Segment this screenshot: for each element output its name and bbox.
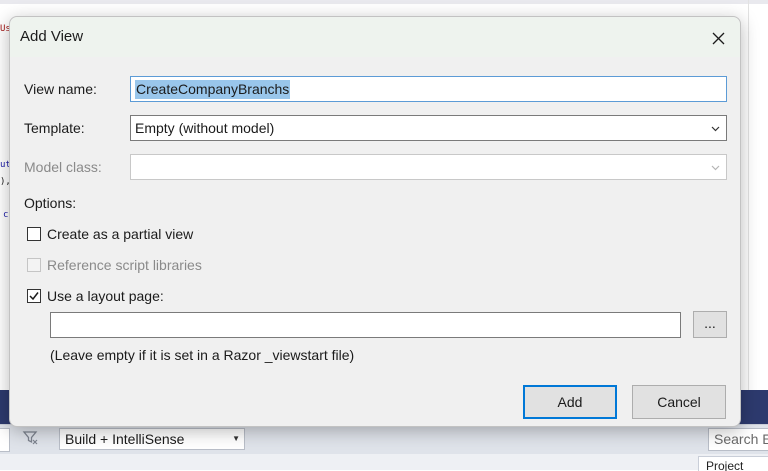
view-name-input[interactable]: CreateCompanyBranchs	[130, 76, 727, 102]
project-tab[interactable]: Project	[698, 456, 768, 471]
view-name-label: View name:	[24, 81, 97, 97]
editor-divider	[748, 0, 749, 390]
layout-hint-text: (Leave empty if it is set in a Razor _vi…	[50, 347, 355, 363]
bottom-strip	[0, 454, 768, 470]
options-heading: Options:	[24, 195, 77, 211]
build-intellisense-label: Build + IntelliSense	[65, 431, 185, 447]
filter-icon[interactable]	[20, 429, 40, 449]
close-icon	[712, 32, 724, 45]
chevron-down-icon	[711, 155, 720, 179]
template-dropdown[interactable]: Empty (without model)	[130, 115, 727, 141]
cancel-button[interactable]: Cancel	[632, 385, 726, 419]
code-fragment: c	[3, 210, 9, 220]
template-value: Empty (without model)	[135, 120, 275, 136]
build-intellisense-dropdown[interactable]: Build + IntelliSense ▼	[59, 428, 245, 450]
template-label: Template:	[24, 120, 85, 136]
script-libraries-label: Reference script libraries	[47, 257, 202, 273]
model-class-label: Model class:	[24, 159, 102, 175]
browse-button[interactable]: ...	[693, 311, 727, 338]
model-class-dropdown[interactable]	[130, 154, 727, 180]
add-button[interactable]: Add	[523, 385, 617, 419]
dialog-title: Add View	[20, 28, 84, 45]
view-name-value: CreateCompanyBranchs	[135, 80, 291, 99]
script-libraries-checkbox[interactable]	[27, 258, 41, 272]
partial-view-label[interactable]: Create as a partial view	[47, 226, 193, 242]
partial-view-checkbox[interactable]	[27, 227, 41, 241]
toolbar-combo-edge[interactable]	[0, 428, 10, 452]
layout-path-input[interactable]	[50, 312, 681, 338]
editor-top-strip	[0, 0, 768, 4]
dropdown-arrow-icon: ▼	[232, 434, 240, 443]
checkmark-icon	[29, 292, 39, 301]
chevron-down-icon	[711, 116, 720, 140]
dialog-titlebar: Add View	[10, 17, 740, 57]
layout-page-label[interactable]: Use a layout page:	[47, 288, 164, 304]
search-error-list-input[interactable]: Search E	[708, 428, 768, 451]
close-button[interactable]	[702, 22, 734, 52]
add-view-dialog: Add View View name: CreateCompanyBranchs…	[9, 16, 741, 427]
layout-page-checkbox[interactable]	[27, 289, 41, 303]
